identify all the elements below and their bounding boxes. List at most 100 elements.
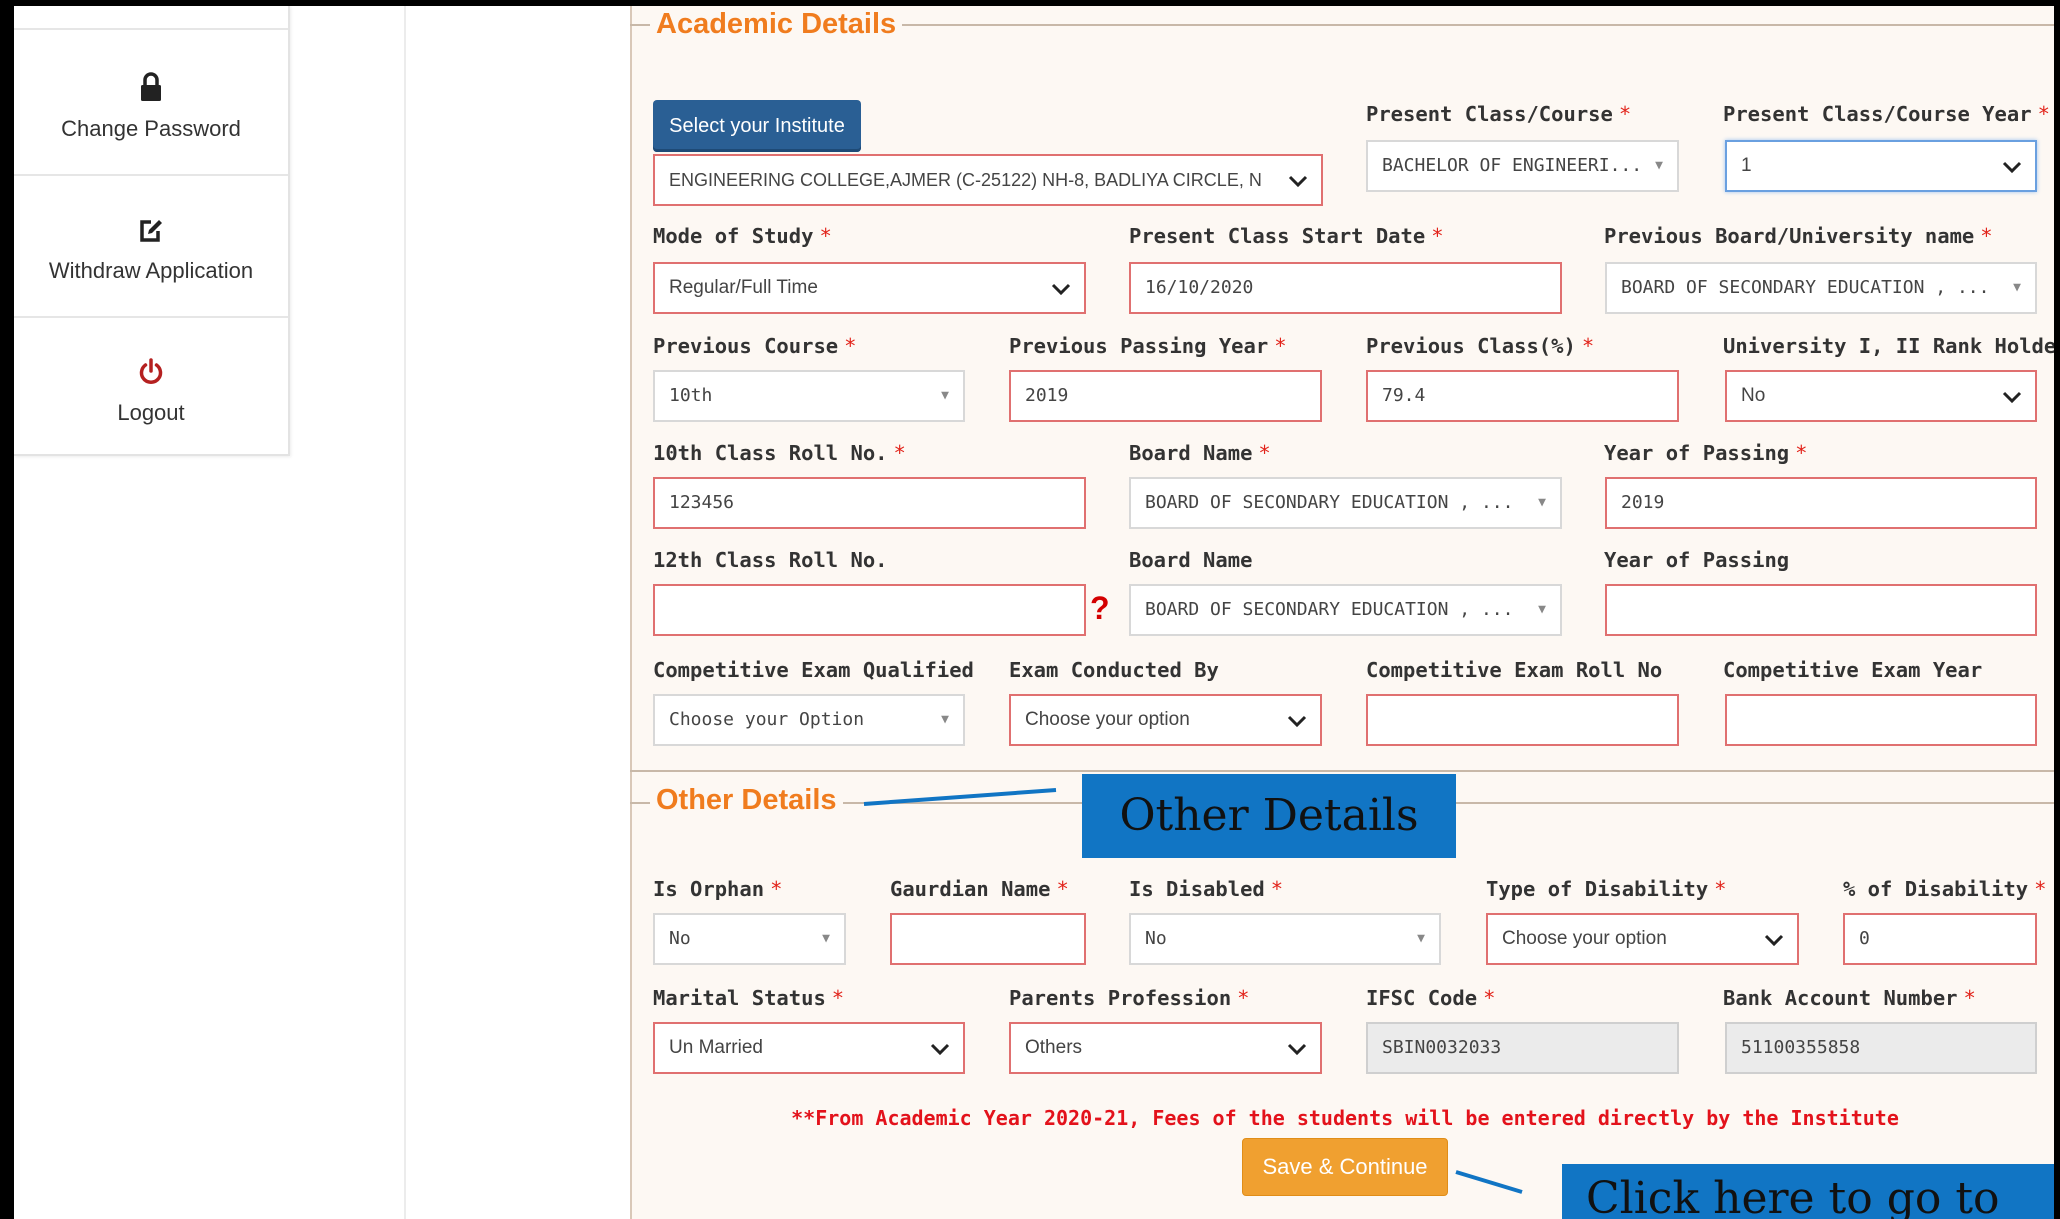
prev-board-label: Previous Board/University name * [1604,224,1993,248]
parents-prof-label: Parents Profession * [1009,986,1250,1010]
content-divider [404,6,406,1219]
academic-details-legend: Academic Details [650,8,903,41]
sidebar-item-label: Logout [117,400,185,425]
rank-holder-label: University I, II Rank Holder* [1723,334,2060,358]
start-date-label: Present Class Start Date * [1129,224,1444,248]
disability-pct-input[interactable]: 0 [1843,913,2037,965]
prev-course-label: Previous Course * [653,334,857,358]
disability-pct-label: % of Disability * [1843,877,2047,901]
prev-year-label: Previous Passing Year * [1009,334,1287,358]
comp-roll-input[interactable] [1366,694,1679,746]
prev-year-value: 2019 [1025,385,1069,406]
sidebar-item-change-password[interactable]: Change Password [14,28,288,176]
chevron-down-icon [1287,715,1307,728]
exam-by-select[interactable]: Choose your option [1009,694,1322,746]
comp-exam-value: Choose your Option [669,709,865,730]
institute-value: ENGINEERING COLLEGE,AJMER (C-25122) NH-8… [669,170,1262,190]
caret-down-icon: ▼ [1417,931,1425,946]
present-course-label: Present Class/Course * [1366,102,1632,126]
click-here-callout: Click here to go to [1562,1164,2054,1219]
marital-label: Marital Status * [653,986,845,1010]
rank-holder-select[interactable]: No [1725,370,2037,422]
exam-by-label: Exam Conducted By [1009,658,1219,682]
chevron-down-icon [1288,175,1308,188]
present-course-value: BACHELOR OF ENGINEERI... [1382,155,1643,176]
board10-label: Board Name * [1129,441,1271,465]
institute-select[interactable]: ENGINEERING COLLEGE,AJMER (C-25122) NH-8… [653,154,1323,206]
disabled-select[interactable]: No ▼ [1129,913,1441,965]
bank-acc-input[interactable]: 51100355858 [1725,1022,2037,1074]
prev-percent-label: Previous Class(%) * [1366,334,1595,358]
board12-value: BOARD OF SECONDARY EDUCATION , ... [1145,599,1514,620]
prev-board-select[interactable]: BOARD OF SECONDARY EDUCATION , ... ▼ [1605,262,2037,314]
roll10-input[interactable]: 123456 [653,477,1086,529]
year12-input[interactable] [1605,584,2037,636]
roll12-input[interactable] [653,584,1086,636]
ifsc-input[interactable]: SBIN0032033 [1366,1022,1679,1074]
sidebar-item-label: Withdraw Application [48,258,254,283]
caret-down-icon: ▼ [1538,495,1546,510]
comp-roll-label: Competitive Exam Roll No [1366,658,1663,682]
board10-select[interactable]: BOARD OF SECONDARY EDUCATION , ... ▼ [1129,477,1562,529]
fees-note: **From Academic Year 2020-21, Fees of th… [791,1106,1899,1130]
comp-exam-select[interactable]: Choose your Option ▼ [653,694,965,746]
save-continue-button[interactable]: Save & Continue [1242,1138,1448,1196]
marital-select[interactable]: Un Married [653,1022,965,1074]
comp-year-input[interactable] [1725,694,2037,746]
mode-of-study-value: Regular/Full Time [669,277,818,298]
select-institute-button[interactable]: Select your Institute [653,100,861,152]
sidebar-item-label: Change Password [61,116,241,141]
caret-down-icon: ▼ [2013,280,2021,295]
power-icon [139,358,163,384]
roll10-value: 123456 [669,492,735,513]
chevron-down-icon [2002,161,2022,174]
caret-down-icon: ▼ [941,712,949,727]
orphan-select[interactable]: No ▼ [653,913,846,965]
start-date-input[interactable]: 16/10/2020 [1129,262,1562,314]
parents-prof-select[interactable]: Others [1009,1022,1322,1074]
orphan-label: Is Orphan * [653,877,783,901]
guardian-label: Gaurdian Name * [890,877,1069,901]
caret-down-icon: ▼ [941,388,949,403]
sidebar-item-logout[interactable]: Logout [14,316,288,456]
chevron-down-icon [930,1043,950,1056]
year10-input[interactable]: 2019 [1605,477,2037,529]
prev-course-select[interactable]: 10th ▼ [653,370,965,422]
disabled-label: Is Disabled * [1129,877,1284,901]
comp-year-label: Competitive Exam Year [1723,658,1983,682]
lock-icon [141,72,161,101]
present-course-select[interactable]: BACHELOR OF ENGINEERI... ▼ [1366,140,1679,192]
board10-value: BOARD OF SECONDARY EDUCATION , ... [1145,492,1514,513]
board12-select[interactable]: BOARD OF SECONDARY EDUCATION , ... ▼ [1129,584,1562,636]
roll12-label: 12th Class Roll No. [653,548,888,572]
mode-of-study-select[interactable]: Regular/Full Time [653,262,1086,314]
guardian-input[interactable] [890,913,1086,965]
disability-pct-value: 0 [1859,928,1870,949]
orphan-value: No [669,928,691,949]
chevron-down-icon [1287,1043,1307,1056]
sidebar: Change Password Withdraw Application Log… [14,6,290,456]
chevron-down-icon [1051,283,1071,296]
present-course-year-select[interactable]: 1 [1725,140,2037,192]
prev-percent-input[interactable]: 79.4 [1366,370,1679,422]
disability-type-label: Type of Disability * [1486,877,1727,901]
roll12-help-mark[interactable]: ? [1090,590,1110,627]
present-course-year-label: Present Class/Course Year * [1723,102,2050,126]
present-course-year-value: 1 [1741,155,1752,176]
roll10-label: 10th Class Roll No. * [653,441,906,465]
year10-value: 2019 [1621,492,1665,513]
chevron-down-icon [2002,391,2022,404]
other-details-legend: Other Details [650,784,843,817]
prev-year-input[interactable]: 2019 [1009,370,1322,422]
edit-icon [140,220,162,242]
disability-type-select[interactable]: Choose your option [1486,913,1799,965]
sidebar-item-withdraw-application[interactable]: Withdraw Application [14,174,288,318]
callout-pointer-line [1455,1170,1523,1194]
caret-down-icon: ▼ [1655,158,1663,173]
rank-holder-value: No [1741,385,1766,406]
bank-acc-label: Bank Account Number * [1723,986,1976,1010]
year12-label: Year of Passing [1604,548,1790,572]
disability-type-value: Choose your option [1502,928,1667,949]
prev-board-value: BOARD OF SECONDARY EDUCATION , ... [1621,277,1990,298]
year10-label: Year of Passing * [1604,441,1808,465]
